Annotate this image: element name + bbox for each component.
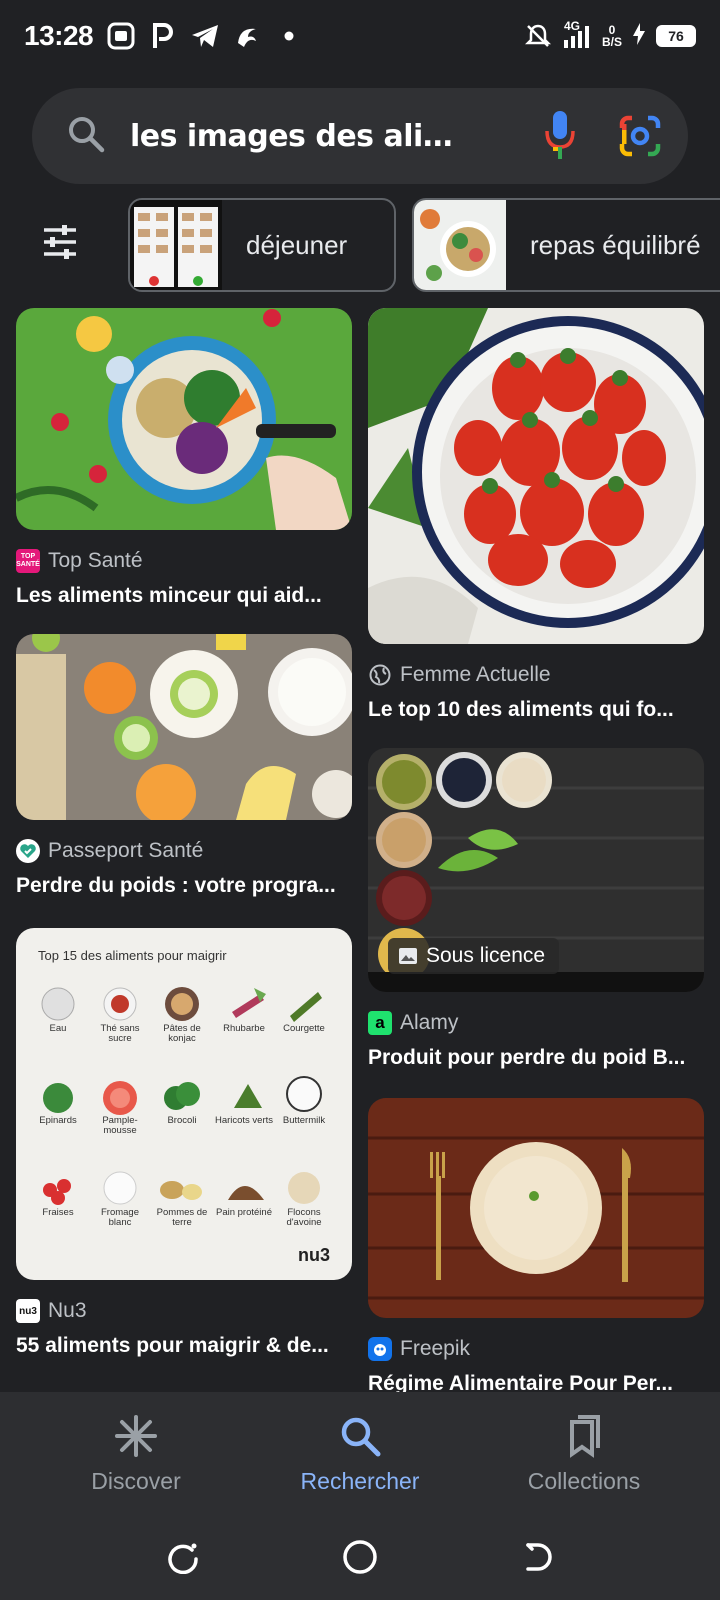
- nav-label: Discover: [91, 1468, 181, 1494]
- result-card[interactable]: Passeport Santé Perdre du poids : votre …: [16, 634, 352, 898]
- mute-icon: [524, 22, 552, 50]
- battery-indicator: 76: [656, 25, 696, 47]
- clock: 13:28: [24, 20, 94, 51]
- badge-label: Sous licence: [426, 944, 546, 967]
- result-title[interactable]: Perdre du poids : votre progra...: [16, 874, 352, 898]
- infographic-labels: Eau Thé sans sucre Pâtes de konjac Rhuba…: [16, 928, 352, 1280]
- result-source[interactable]: Femme Actuelle: [368, 662, 704, 688]
- bookmarks-icon: [484, 1412, 684, 1460]
- back-button[interactable]: [512, 1532, 562, 1582]
- infographic: Top 15 des aliments pour maigrir Eau Thé…: [16, 928, 352, 1280]
- label-flocons: Flocons d'avoine: [286, 1207, 322, 1228]
- result-image[interactable]: Top 15 des aliments pour maigrir Eau Thé…: [16, 928, 352, 1280]
- home-button[interactable]: [335, 1532, 385, 1582]
- source-name: Alamy: [400, 1011, 459, 1034]
- chip-dejeuner[interactable]: déjeuner: [128, 198, 396, 292]
- app-swirl-icon: [233, 22, 261, 50]
- result-image[interactable]: Sous licence: [368, 748, 704, 992]
- result-source[interactable]: a Alamy: [368, 1010, 704, 1036]
- result-card[interactable]: TOP SANTÉ Top Santé Les aliments minceur …: [16, 308, 352, 608]
- related-searches-row: déjeuner repas équilibré: [0, 198, 720, 292]
- globe-icon: [368, 663, 392, 687]
- result-source[interactable]: Passeport Santé: [16, 838, 352, 864]
- image-icon: [399, 948, 417, 964]
- result-title[interactable]: Produit pour perdre du poid B...: [368, 1046, 704, 1070]
- source-name: Nu3: [48, 1299, 87, 1322]
- result-image[interactable]: [368, 308, 704, 644]
- nav-label: Collections: [527, 1468, 641, 1494]
- result-source[interactable]: TOP SANTÉ Top Santé: [16, 548, 352, 574]
- parking-icon: [149, 22, 177, 50]
- chip-thumbnail: [130, 200, 222, 290]
- result-image[interactable]: [16, 308, 352, 530]
- nav-discover[interactable]: Discover: [36, 1412, 236, 1495]
- result-title[interactable]: Régime Alimentaire Pour Per...: [368, 1372, 704, 1392]
- recent-apps-button[interactable]: [158, 1532, 208, 1582]
- result-card[interactable]: Femme Actuelle Le top 10 des aliments qu…: [368, 308, 704, 722]
- label-konjac: Pâtes de konjac: [163, 1023, 201, 1044]
- app-notification-icon: [107, 22, 135, 50]
- result-image[interactable]: [16, 634, 352, 820]
- licensed-badge: Sous licence: [388, 938, 560, 974]
- result-title[interactable]: Les aliments minceur qui aid...: [16, 584, 352, 608]
- label-pain: Pain protéiné: [216, 1207, 272, 1218]
- charging-icon: [632, 22, 646, 51]
- label-epinards: Epinards: [39, 1115, 77, 1126]
- result-card[interactable]: Top 15 des aliments pour maigrir Eau Thé…: [16, 928, 352, 1358]
- source-name: Freepik: [400, 1337, 471, 1360]
- mic-icon[interactable]: [540, 109, 580, 163]
- label-rhubarbe: Rhubarbe: [223, 1023, 265, 1034]
- label-the: Thé sans sucre: [100, 1023, 140, 1044]
- label-courgette: Courgette: [283, 1023, 325, 1034]
- result-source[interactable]: nu3 Nu3: [16, 1298, 352, 1324]
- label-pamplemousse: Pample-mousse: [102, 1115, 138, 1136]
- chip-repas-equilibre[interactable]: repas équilibré: [412, 198, 720, 292]
- search-icon[interactable]: [66, 114, 106, 159]
- source-name: Top Santé: [48, 549, 143, 572]
- label-eau: Eau: [49, 1023, 67, 1034]
- result-image[interactable]: [368, 1098, 704, 1318]
- result-card[interactable]: Sous licence a Alamy Produit pour perdre…: [368, 748, 704, 1070]
- image-results-grid: TOP SANTÉ Top Santé Les aliments minceur …: [0, 308, 720, 1392]
- label-fraises: Fraises: [42, 1207, 74, 1218]
- filter-tune-icon[interactable]: [40, 222, 80, 262]
- result-source[interactable]: Freepik: [368, 1336, 704, 1362]
- nav-label: Rechercher: [300, 1468, 420, 1494]
- source-name: Femme Actuelle: [400, 663, 551, 686]
- label-pommes: Pommes de terre: [156, 1207, 208, 1228]
- alamy-favicon-icon: a: [368, 1011, 392, 1035]
- label-haricots: Haricots verts: [214, 1115, 274, 1126]
- bottom-navigation: Discover Rechercher Collections: [0, 1392, 720, 1600]
- chip-label: repas équilibré: [530, 229, 701, 260]
- freepik-favicon-icon: [368, 1337, 392, 1361]
- search-query[interactable]: les images des aliment...: [130, 119, 460, 154]
- status-bar: 13:28 4G 0 B/S 76: [0, 0, 720, 72]
- chip-label: déjeuner: [246, 229, 348, 260]
- nav-collections[interactable]: Collections: [484, 1412, 684, 1495]
- google-lens-icon[interactable]: [616, 112, 664, 160]
- search-bar[interactable]: les images des aliment...: [32, 88, 688, 184]
- network-type: 4G: [563, 19, 580, 33]
- chip-thumbnail: [414, 200, 506, 290]
- nav-search[interactable]: Rechercher: [260, 1412, 460, 1495]
- label-buttermilk: Buttermilk: [282, 1115, 326, 1126]
- label-fromage: Fromage blanc: [100, 1207, 139, 1228]
- telegram-icon: [191, 22, 219, 50]
- result-title[interactable]: Le top 10 des aliments qui fo...: [368, 698, 704, 722]
- nu3-favicon-icon: nu3: [16, 1299, 40, 1323]
- more-notifications-dot-icon: [275, 22, 303, 50]
- speed-unit: B/S: [601, 35, 622, 49]
- infographic-brand: nu3: [297, 1245, 330, 1265]
- discover-asterisk-icon: [36, 1412, 236, 1460]
- search-icon: [260, 1412, 460, 1460]
- system-navigation-bar: [0, 1532, 720, 1582]
- signal-icon: 4G: [562, 19, 592, 50]
- source-name: Passeport Santé: [48, 839, 204, 862]
- result-card[interactable]: Freepik Régime Alimentaire Pour Per...: [368, 1098, 704, 1392]
- top-sante-favicon-icon: TOP SANTÉ: [16, 549, 40, 573]
- data-speed: 0 B/S: [602, 24, 622, 48]
- result-title[interactable]: 55 aliments pour maigrir & de...: [16, 1334, 352, 1358]
- label-brocoli: Brocoli: [167, 1115, 197, 1126]
- passeport-sante-favicon-icon: [16, 839, 40, 863]
